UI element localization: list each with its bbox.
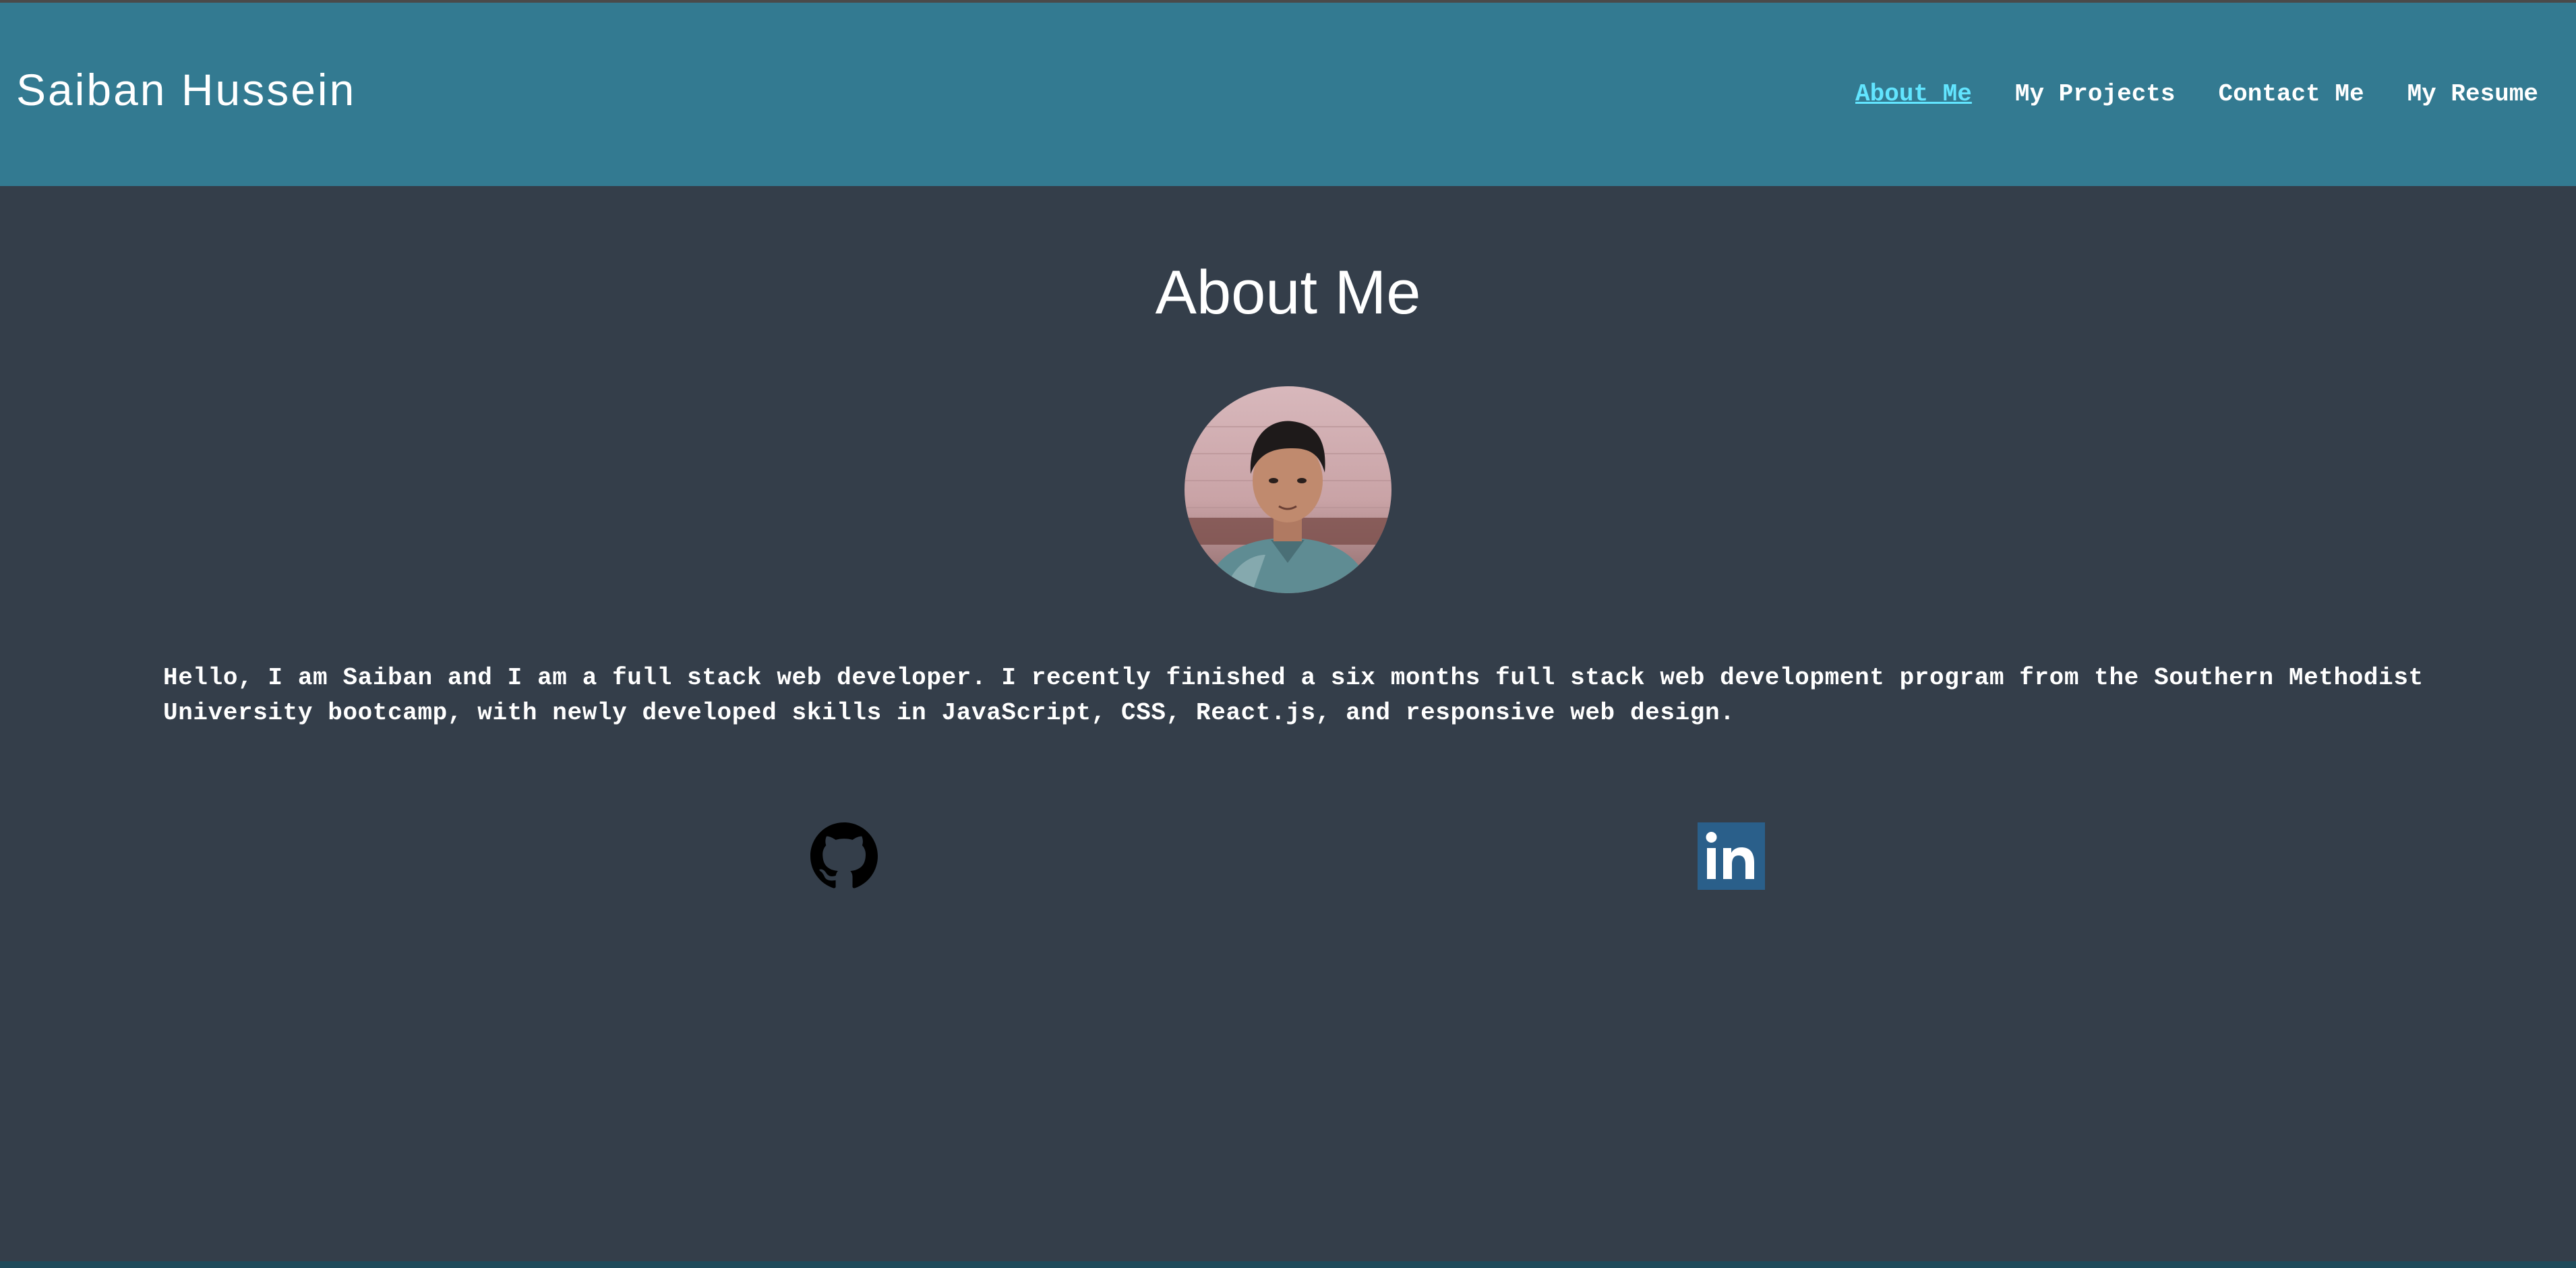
linkedin-icon: [1698, 822, 1765, 890]
bio-text: Hello, I am Saiban and I am a full stack…: [163, 664, 2424, 727]
nav-my-resume[interactable]: My Resume: [2407, 82, 2538, 107]
main-nav: About Me My Projects Contact Me My Resum…: [1855, 82, 2538, 107]
linkedin-link[interactable]: [1698, 822, 1765, 890]
profile-photo: [1185, 386, 1391, 593]
bottom-border: [0, 1261, 2576, 1268]
site-header: Saiban Hussein About Me My Projects Cont…: [0, 3, 2576, 186]
nav-my-projects[interactable]: My Projects: [2015, 82, 2176, 107]
github-link[interactable]: [810, 822, 878, 890]
site-name[interactable]: Saiban Hussein: [16, 67, 356, 112]
github-icon: [810, 822, 878, 888]
nav-contact-me[interactable]: Contact Me: [2219, 82, 2364, 107]
nav-about-me[interactable]: About Me: [1855, 82, 1972, 107]
page-title: About Me: [1155, 258, 1421, 327]
